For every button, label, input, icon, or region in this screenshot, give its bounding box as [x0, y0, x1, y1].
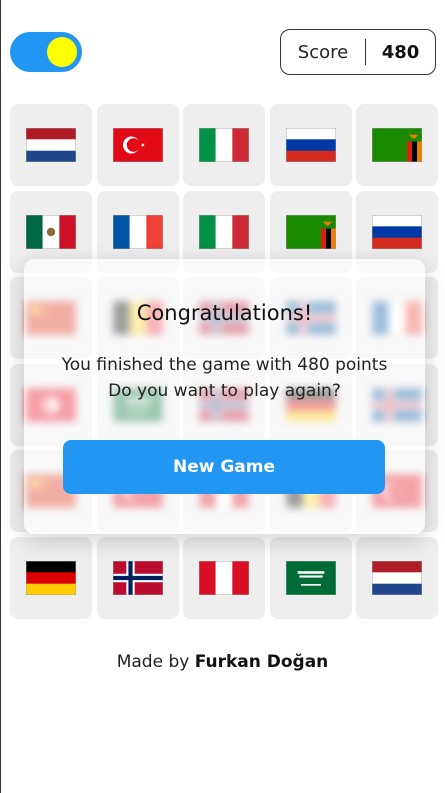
- zambia-flag-icon: [372, 128, 422, 162]
- flag-card[interactable]: [356, 104, 438, 186]
- netherlands-flag-icon: [26, 128, 76, 162]
- flag-card[interactable]: [269, 536, 352, 619]
- game-over-dialog: Congratulations! You finished the game w…: [24, 259, 425, 534]
- theme-toggle[interactable]: [10, 32, 82, 72]
- france-flag-icon: [112, 214, 163, 249]
- germany-flag-icon: [26, 560, 76, 595]
- flag-card[interactable]: [10, 104, 92, 186]
- flag-card[interactable]: [96, 536, 179, 619]
- italy-flag-icon: [199, 128, 249, 162]
- netherlands-flag-icon: [372, 560, 422, 595]
- footer-prefix: Made by: [116, 652, 190, 672]
- flag-card[interactable]: [356, 536, 438, 619]
- mexico-flag-icon: [26, 214, 76, 249]
- saudi-arabia-flag-icon: [285, 560, 336, 595]
- flag-card[interactable]: [96, 104, 179, 186]
- norway-flag-icon: [112, 560, 163, 595]
- new-game-button[interactable]: New Game: [63, 440, 385, 494]
- dialog-message-score: You finished the game with 480 points: [61, 355, 388, 375]
- score-value: 480: [381, 41, 420, 63]
- footer-author: Furkan Doğan: [194, 652, 329, 672]
- peru-flag-icon: [199, 560, 249, 595]
- flag-card[interactable]: [183, 104, 265, 186]
- russia-flag-icon: [285, 128, 336, 162]
- score-label: Score: [297, 41, 349, 63]
- russia-flag-icon: [372, 214, 422, 249]
- turkey-flag-icon: [112, 128, 163, 162]
- footer-credit: Made by Furkan Doğan: [0, 652, 445, 672]
- zambia-flag-icon: [285, 214, 336, 249]
- toggle-knob: [47, 37, 77, 67]
- dialog-title: Congratulations!: [136, 301, 313, 325]
- italy-flag-icon: [199, 214, 249, 249]
- page-edge: [0, 0, 1, 793]
- score-box: Score 480: [280, 29, 436, 75]
- flag-card[interactable]: [10, 536, 92, 619]
- flag-card[interactable]: [183, 536, 265, 619]
- flag-card[interactable]: [269, 104, 352, 186]
- dialog-message-prompt: Do you want to play again?: [108, 381, 341, 401]
